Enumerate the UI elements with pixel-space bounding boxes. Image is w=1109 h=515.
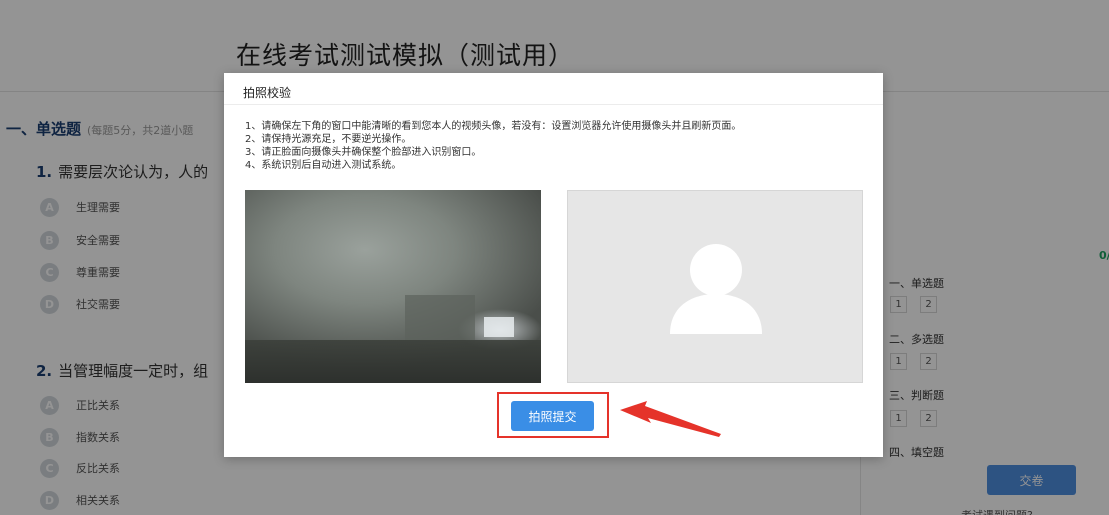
camera-scene-floor (245, 340, 541, 383)
instruction-item: 2、请保持光源充足，不要逆光操作。 (245, 134, 412, 145)
camera-scene-window (484, 317, 514, 337)
camera-preview (245, 190, 541, 383)
camera-scene-shape (405, 295, 475, 340)
instruction-list: 1、请确保左下角的窗口中能清晰的看到您本人的视频头像，若没有：设置浏览器允许使用… (245, 120, 741, 172)
user-avatar-placeholder-icon (670, 244, 762, 334)
dialog-title: 拍照校验 (243, 86, 292, 100)
instruction-item: 1、请确保左下角的窗口中能清晰的看到您本人的视频头像，若没有：设置浏览器允许使用… (245, 121, 742, 132)
instruction-item: 4、系统识别后自动进入测试系统。 (245, 160, 402, 171)
capture-button-highlight: 拍照提交 (497, 392, 609, 438)
captured-photo-area (567, 190, 863, 383)
capture-submit-button[interactable]: 拍照提交 (511, 401, 594, 431)
photo-verification-dialog: 拍照校验 1、请确保左下角的窗口中能清晰的看到您本人的视频头像，若没有：设置浏览… (224, 73, 883, 457)
instruction-item: 3、请正脸面向摄像头并确保整个脸部进入识别窗口。 (245, 147, 482, 158)
divider (224, 104, 883, 105)
